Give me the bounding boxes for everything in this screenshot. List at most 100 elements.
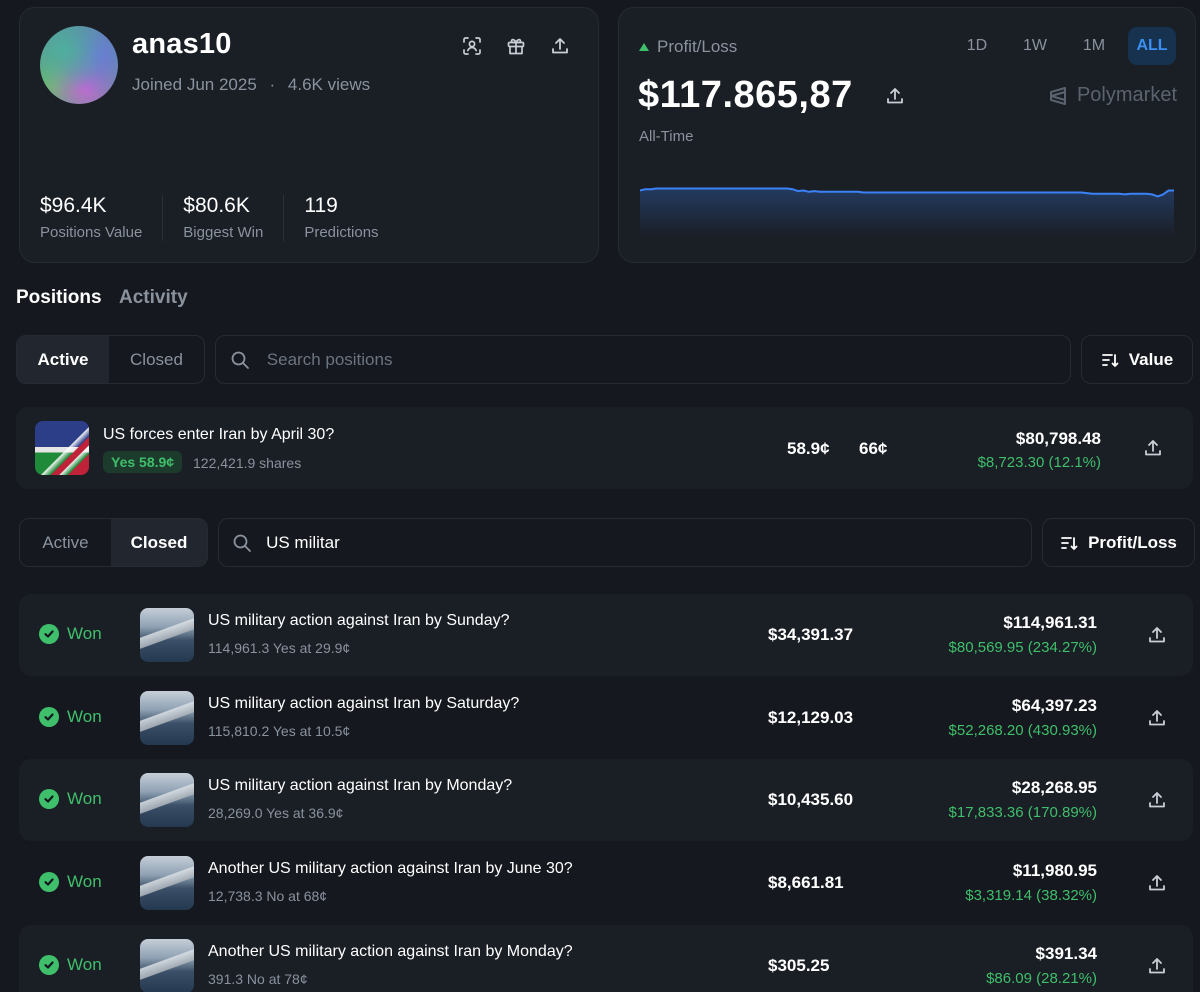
share-icon[interactable] [1147, 625, 1167, 645]
stat-divider [162, 194, 164, 241]
position-detail: 114,961.3 Yes at 29.9¢ [208, 640, 351, 656]
market-title[interactable]: US military action against Iran by Monda… [208, 777, 512, 795]
current-price: 66¢ [859, 439, 888, 458]
position-pnl: $52,268.20 (430.93%) [948, 722, 1097, 739]
share-icon[interactable] [1147, 873, 1167, 893]
position-cost: $10,435.60 [768, 790, 854, 809]
sort-button[interactable]: Value [1081, 335, 1193, 384]
market-thumbnail [140, 608, 194, 662]
up-arrow-icon [639, 43, 649, 51]
position-cost: $8,661.81 [768, 873, 844, 892]
pnl-label: Profit/Loss [657, 37, 738, 56]
closed-position-row[interactable]: Won Another US military action against I… [19, 925, 1193, 992]
status-label: Won [67, 624, 102, 643]
position-pnl: $17,833.36 (170.89%) [948, 804, 1097, 821]
check-icon [39, 872, 59, 892]
closed-position-row[interactable]: Won US military action against Iran by S… [19, 677, 1193, 759]
filter-active-button[interactable]: Active [20, 519, 111, 566]
position-pnl: $8,723.30 (12.1%) [977, 454, 1101, 471]
pnl-header: Profit/Loss [639, 37, 737, 57]
status-won: Won [39, 789, 102, 809]
position-cost: $34,391.37 [768, 625, 854, 644]
brand: Polymarket [1047, 84, 1177, 107]
status-toggle: Active Closed [19, 518, 208, 567]
range-all-button[interactable]: ALL [1128, 27, 1176, 65]
market-thumbnail [35, 421, 89, 475]
stat-label: Positions Value [40, 224, 143, 241]
closed-position-row[interactable]: Won US military action against Iran by S… [19, 594, 1193, 676]
market-title[interactable]: Another US military action against Iran … [208, 943, 573, 961]
position-pnl: $86.09 (28.21%) [986, 970, 1097, 987]
range-1m-button[interactable]: 1M [1074, 27, 1114, 65]
range-1w-button[interactable]: 1W [1015, 27, 1055, 65]
stat-biggest-win: $80.6K Biggest Win [183, 194, 263, 241]
share-icon[interactable] [1147, 708, 1167, 728]
market-title[interactable]: US military action against Iran by Sunda… [208, 612, 509, 630]
view-count: 4.6K views [287, 75, 371, 94]
pnl-area [640, 188, 1174, 238]
position-row[interactable]: US forces enter Iran by April 30? Yes 58… [16, 407, 1193, 489]
stat-value: $80.6K [183, 194, 250, 217]
sort-button[interactable]: Profit/Loss [1042, 518, 1195, 567]
status-label: Won [67, 707, 102, 726]
username: anas10 [132, 28, 232, 60]
stat-divider [283, 194, 285, 241]
stat-predictions: 119 Predictions [304, 194, 378, 241]
market-thumbnail [140, 773, 194, 827]
pnl-chart [638, 172, 1174, 238]
market-thumbnail [140, 856, 194, 910]
stat-label: Biggest Win [183, 224, 264, 241]
profile-card: anas10 Joined Jun 2025 · 4.6K views $96.… [19, 7, 599, 263]
sort-icon [1061, 536, 1078, 550]
closed-position-row[interactable]: Won US military action against Iran by M… [19, 759, 1193, 841]
scan-icon[interactable] [460, 34, 484, 58]
market-title[interactable]: US military action against Iran by Satur… [208, 695, 519, 713]
stat-value: $96.4K [40, 194, 107, 217]
filter-active-button[interactable]: Active [17, 336, 109, 383]
stat-value: 119 [304, 194, 338, 217]
sort-label: Profit/Loss [1088, 532, 1177, 552]
position-detail: 12,738.3 No at 68¢ [208, 888, 328, 904]
position-detail: 391.3 No at 78¢ [208, 971, 308, 987]
search-icon [216, 350, 265, 370]
share-icon[interactable] [1143, 438, 1163, 458]
search-bar [218, 518, 1032, 567]
share-icon[interactable] [883, 84, 907, 108]
stat-label: Predictions [304, 224, 379, 241]
status-label: Won [67, 955, 102, 974]
pnl-value: $117.865,87 [638, 74, 853, 116]
tab-activity[interactable]: Activity [119, 287, 188, 309]
filter-closed-button[interactable]: Closed [111, 519, 207, 566]
check-icon [39, 624, 59, 644]
polymarket-logo-icon [1049, 86, 1066, 105]
search-icon [219, 533, 264, 553]
share-icon[interactable] [1147, 790, 1167, 810]
status-won: Won [39, 872, 102, 892]
stat-positions-value: $96.4K Positions Value [40, 194, 142, 241]
status-won: Won [39, 955, 102, 975]
joined-date: Joined Jun 2025 [132, 75, 257, 94]
market-title[interactable]: Another US military action against Iran … [208, 860, 573, 878]
range-1d-button[interactable]: 1D [957, 27, 997, 65]
position-value: $64,397.23 [1011, 696, 1097, 715]
check-icon [39, 789, 59, 809]
share-icon[interactable] [1147, 956, 1167, 976]
share-icon[interactable] [548, 34, 572, 58]
closed-position-row[interactable]: Won Another US military action against I… [19, 842, 1193, 924]
status-won: Won [39, 624, 102, 644]
brand-name: Polymarket [1076, 84, 1177, 106]
market-thumbnail [140, 939, 194, 992]
filter-closed-button[interactable]: Closed [109, 336, 204, 383]
avatar[interactable] [40, 26, 118, 104]
search-input[interactable] [264, 348, 1070, 371]
tab-positions[interactable]: Positions [16, 287, 102, 309]
position-detail: 28,269.0 Yes at 36.9¢ [208, 805, 344, 821]
status-won: Won [39, 707, 102, 727]
position-pnl: $3,319.14 (38.32%) [965, 887, 1097, 904]
search-input[interactable] [264, 531, 1031, 554]
gift-icon[interactable] [504, 34, 528, 58]
market-title[interactable]: US forces enter Iran by April 30? [103, 426, 334, 444]
position-pnl: $80,569.95 (234.27%) [948, 639, 1097, 656]
position-value: $28,268.95 [1011, 778, 1097, 797]
profile-meta: Joined Jun 2025 · 4.6K views [132, 75, 370, 95]
